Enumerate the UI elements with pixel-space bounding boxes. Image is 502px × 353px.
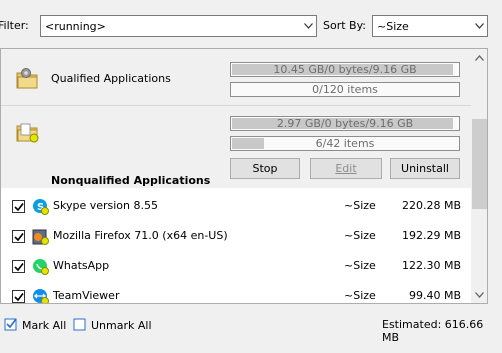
skype-icon: S: [32, 198, 49, 215]
app-size: 99.40 MB: [408, 289, 461, 302]
app-row[interactable]: S Skype version 8.55 ~Size 220.28 MB: [1, 192, 471, 222]
app-name: WhatsApp: [53, 259, 110, 272]
nonqualified-size-bar: 2.97 GB/0 bytes/9.16 GB: [230, 116, 460, 131]
app-sort-key: ~Size: [344, 289, 376, 302]
app-checkbox[interactable]: [12, 290, 25, 303]
estimated-size: Estimated: 616.66 MB: [382, 318, 484, 344]
qualified-items-bar: 0/120 items: [230, 82, 460, 97]
mark-all-label: Mark All: [22, 319, 67, 332]
filter-dropdown[interactable]: <running>: [40, 15, 317, 37]
vertical-scrollbar[interactable]: [471, 49, 487, 303]
applications-panel: Qualified Applications 10.45 GB/0 bytes/…: [0, 48, 488, 304]
unmark-all-button[interactable]: Unmark All: [73, 317, 152, 334]
app-checkbox[interactable]: [12, 200, 25, 213]
mark-all-button[interactable]: Mark All: [4, 317, 66, 334]
app-size: 192.29 MB: [401, 229, 461, 242]
scrollbar-thumb[interactable]: [472, 119, 487, 209]
app-checkbox[interactable]: [12, 260, 25, 273]
app-row[interactable]: TeamViewer ~Size 99.40 MB: [1, 282, 471, 303]
app-name: Mozilla Firefox 71.0 (x64 en-US): [53, 229, 228, 242]
app-size: 220.28 MB: [401, 199, 461, 212]
qualified-group[interactable]: Qualified Applications 10.45 GB/0 bytes/…: [1, 49, 471, 106]
app-sort-key: ~Size: [344, 229, 376, 242]
qualified-size-text: 10.45 GB/0 bytes/9.16 GB: [273, 63, 417, 76]
chevron-down-icon: [300, 16, 316, 36]
app-name: Skype version 8.55: [53, 199, 158, 212]
filter-value: <running>: [45, 19, 106, 33]
nonqualified-size-text: 2.97 GB/0 bytes/9.16 GB: [276, 117, 414, 130]
sort-value: ~Size: [377, 19, 409, 33]
app-row[interactable]: WhatsApp ~Size 122.30 MB: [1, 252, 471, 282]
app-sort-key: ~Size: [344, 259, 376, 272]
folder-warning-icon: [15, 120, 41, 144]
filter-label: Filter:: [0, 19, 29, 32]
unmark-all-label: Unmark All: [91, 319, 152, 332]
app-name: TeamViewer: [53, 289, 120, 302]
chevron-down-icon: [471, 16, 487, 36]
nonqualified-group[interactable]: Nonqualified Applications 2.97 GB/0 byte…: [1, 106, 471, 188]
qualified-label: Qualified Applications: [51, 72, 171, 85]
firefox-icon: [32, 228, 49, 245]
nonqualified-items-bar: 6/42 items: [230, 136, 460, 151]
scroll-down-icon[interactable]: [471, 286, 487, 303]
mark-all-icon: [4, 317, 18, 334]
nonqualified-items-text: 6/42 items: [315, 137, 375, 150]
sort-dropdown[interactable]: ~Size: [372, 15, 488, 37]
nonqualified-label: Nonqualified Applications: [51, 174, 211, 187]
teamviewer-icon: [32, 288, 49, 303]
app-size: 122.30 MB: [401, 259, 461, 272]
qualified-size-bar: 10.45 GB/0 bytes/9.16 GB: [230, 62, 460, 77]
stop-button[interactable]: Stop: [230, 158, 300, 179]
edit-label: Edit: [335, 162, 357, 175]
uninstall-button[interactable]: Uninstall: [390, 158, 460, 179]
app-checkbox[interactable]: [12, 230, 25, 243]
folder-gear-icon: [15, 67, 41, 91]
whatsapp-icon: [32, 258, 49, 275]
qualified-items-text: 0/120 items: [312, 83, 378, 96]
edit-button[interactable]: Edit: [310, 158, 382, 179]
sortby-label: Sort By:: [323, 19, 367, 32]
scroll-up-icon[interactable]: [471, 49, 487, 66]
app-sort-key: ~Size: [344, 199, 376, 212]
unmark-all-icon: [73, 317, 87, 334]
app-row[interactable]: Mozilla Firefox 71.0 (x64 en-US) ~Size 1…: [1, 222, 471, 252]
